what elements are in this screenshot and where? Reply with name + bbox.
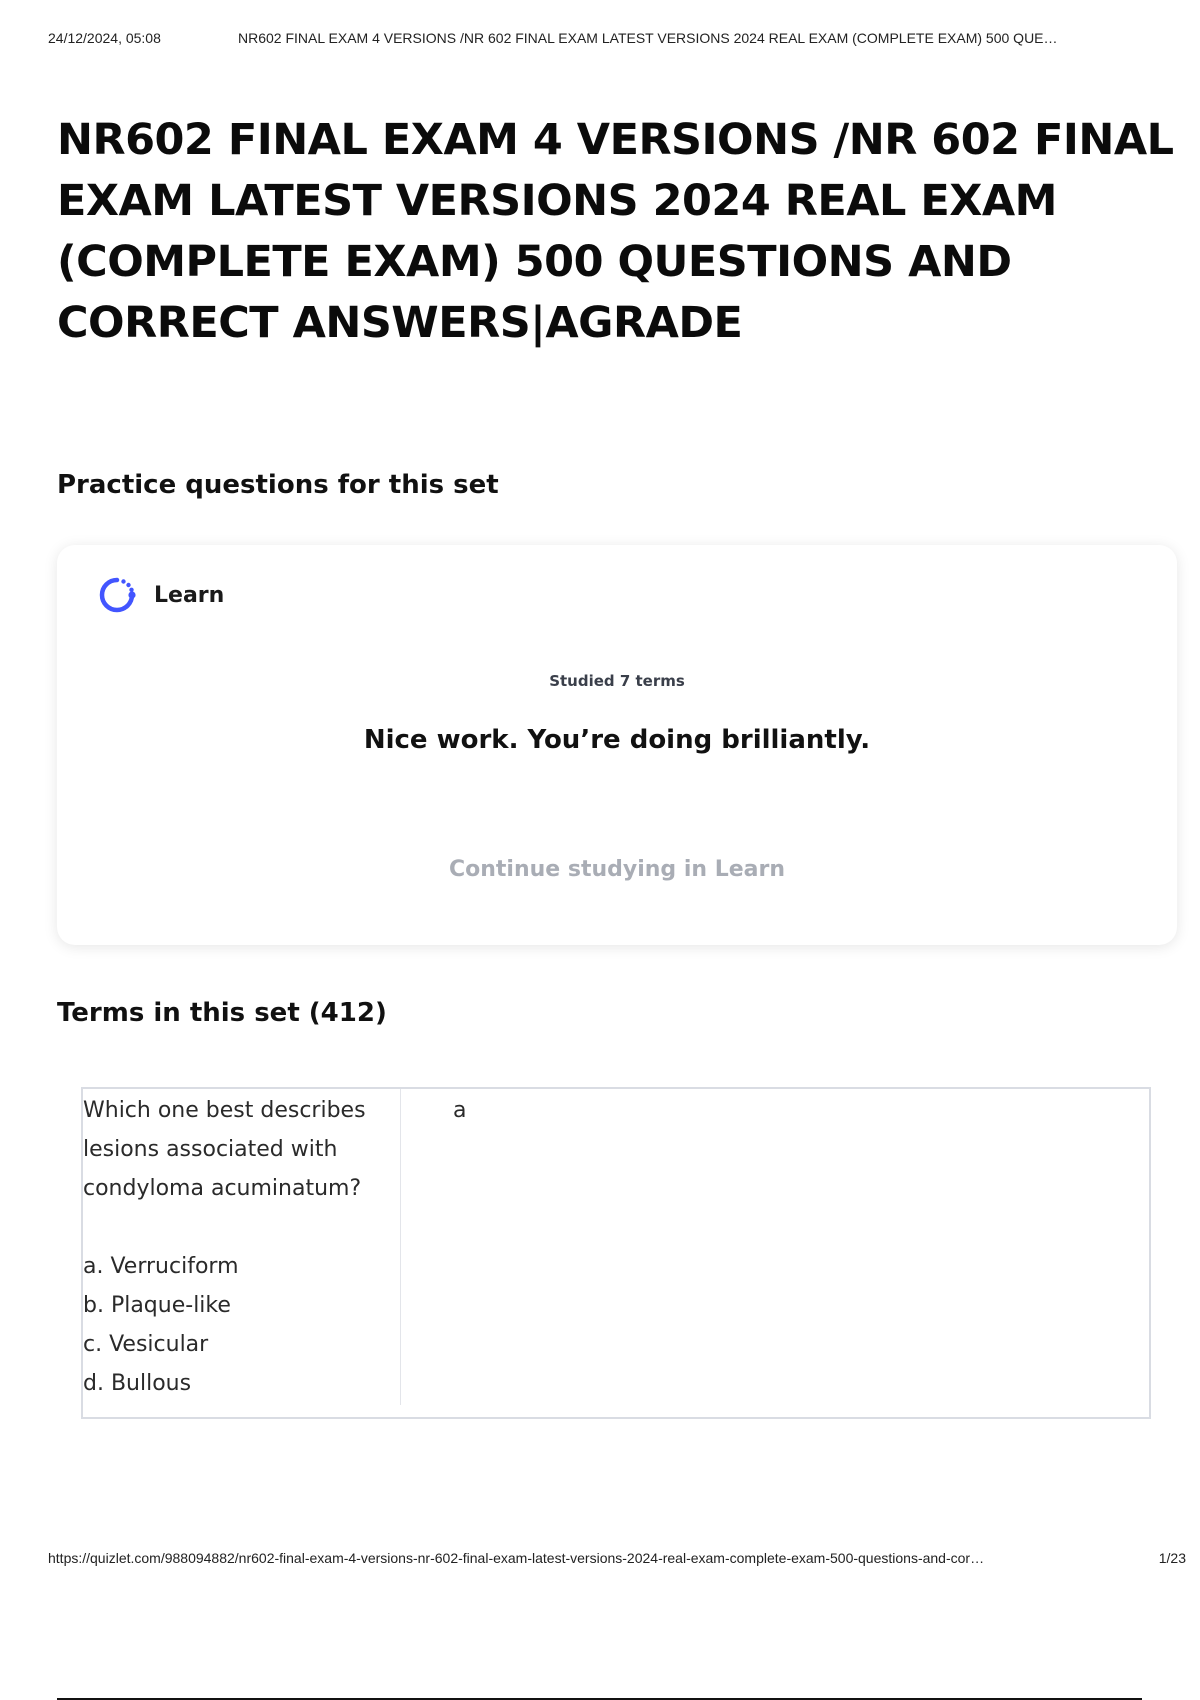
term-card: Which one best describes lesions associa… [81, 1087, 1151, 1419]
set-title: NR602 FINAL EXAM 4 VERSIONS /NR 602 FINA… [57, 115, 1174, 348]
term-option: a. Verruciform [83, 1254, 239, 1279]
term-question: Which one best describes lesions associa… [83, 1089, 401, 1405]
term-question-text: Which one best describes lesions associa… [83, 1098, 366, 1201]
practice-heading: Practice questions for this set [57, 470, 499, 500]
print-header: 24/12/2024, 05:08 NR602 FINAL EXAM 4 VER… [48, 30, 1186, 50]
learn-label: Learn [154, 583, 225, 608]
term-option: d. Bullous [83, 1371, 192, 1396]
terms-heading: Terms in this set (412) [57, 998, 387, 1028]
learn-card: Learn Studied 7 terms Nice work. You’re … [57, 545, 1177, 945]
studied-count: Studied 7 terms [549, 672, 685, 690]
learn-progress-icon [97, 575, 137, 615]
continue-learn-button[interactable]: Continue studying in Learn [57, 857, 1177, 882]
print-footer: https://quizlet.com/988094882/nr602-fina… [48, 1550, 1186, 1570]
term-option: b. Plaque-like [83, 1293, 231, 1318]
term-answer: a [453, 1098, 467, 1123]
print-page-title: NR602 FINAL EXAM 4 VERSIONS /NR 602 FINA… [238, 30, 1058, 46]
term-option: c. Vesicular [83, 1332, 209, 1357]
page-url: https://quizlet.com/988094882/nr602-fina… [48, 1550, 985, 1566]
print-date: 24/12/2024, 05:08 [48, 30, 161, 46]
progress-message: Nice work. You’re doing brilliantly. [363, 725, 871, 755]
page-number: 1/23 [1158, 1550, 1186, 1566]
term-options: a. Verruciform b. Plaque-like c. Vesicul… [83, 1247, 400, 1403]
